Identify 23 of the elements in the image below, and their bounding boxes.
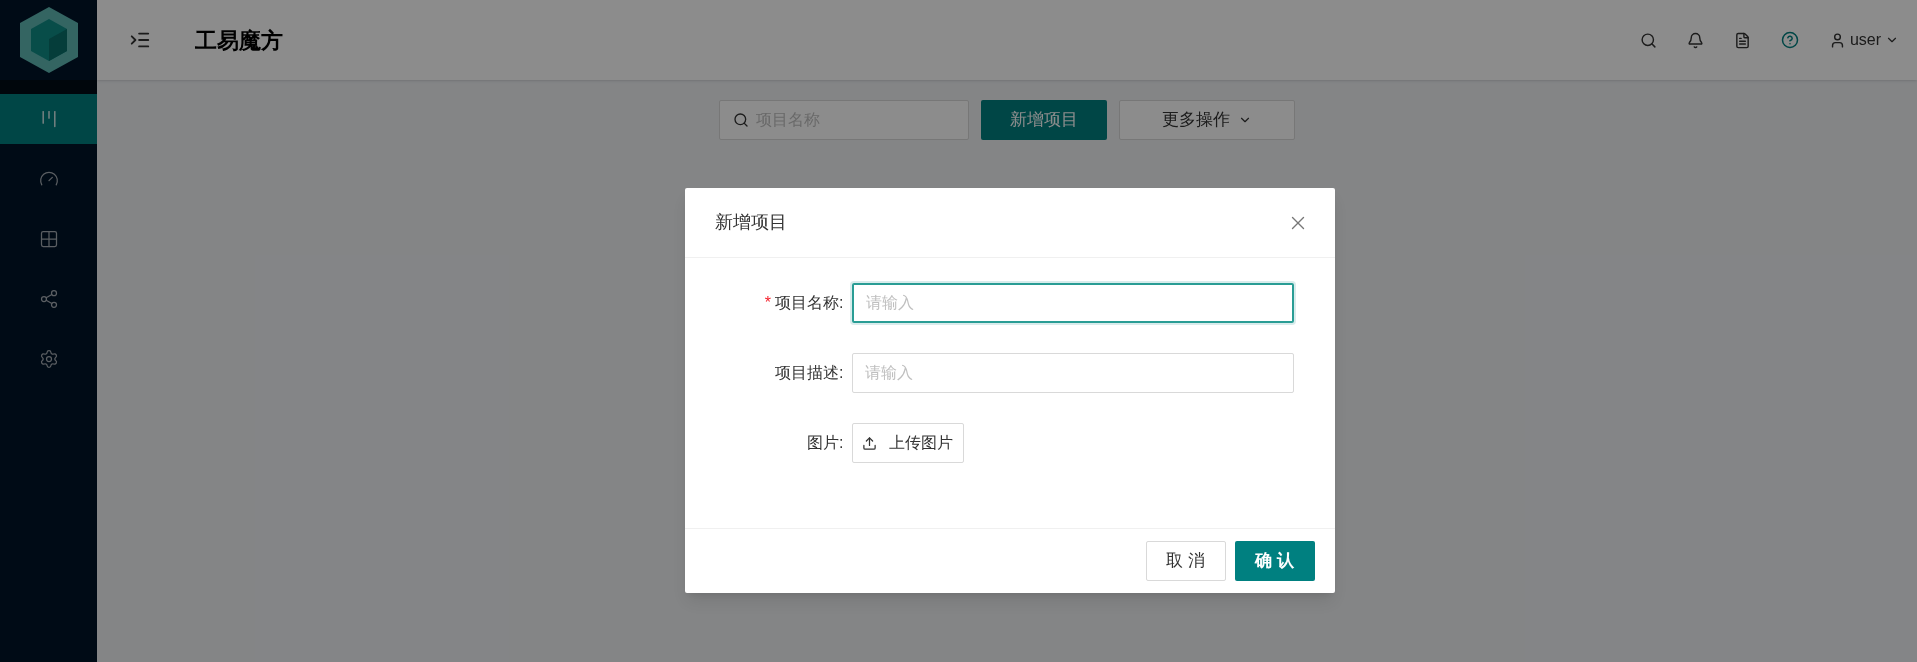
cube-logo-icon — [17, 5, 80, 75]
confirm-button[interactable]: 确 认 — [1234, 541, 1315, 581]
bell-icon[interactable] — [1686, 31, 1704, 49]
upload-icon — [862, 435, 877, 451]
more-actions-button[interactable]: 更多操作 — [1119, 100, 1295, 140]
add-project-button[interactable]: 新增项目 — [981, 100, 1107, 140]
cancel-button[interactable]: 取 消 — [1145, 541, 1226, 581]
document-icon[interactable] — [1733, 31, 1751, 49]
field-label: 项目名称: — [775, 293, 844, 313]
search-icon[interactable] — [1639, 31, 1657, 49]
required-mark: * — [764, 293, 772, 313]
field-label: 图片: — [807, 433, 844, 453]
dialog-title: 新增项目 — [714, 211, 787, 234]
nav-icon — [38, 289, 59, 309]
upload-button[interactable]: 上传图片 — [851, 423, 964, 463]
help-icon[interactable] — [1780, 31, 1799, 49]
search-icon — [733, 112, 749, 128]
nav-icon — [38, 349, 59, 369]
field-label: 项目描述: — [775, 363, 844, 383]
text-input-field[interactable]: 请输入 — [851, 283, 1294, 323]
user-menu[interactable]: user — [1828, 28, 1899, 52]
app-title: 工易魔方 — [195, 26, 283, 55]
nav-icon — [38, 229, 59, 249]
